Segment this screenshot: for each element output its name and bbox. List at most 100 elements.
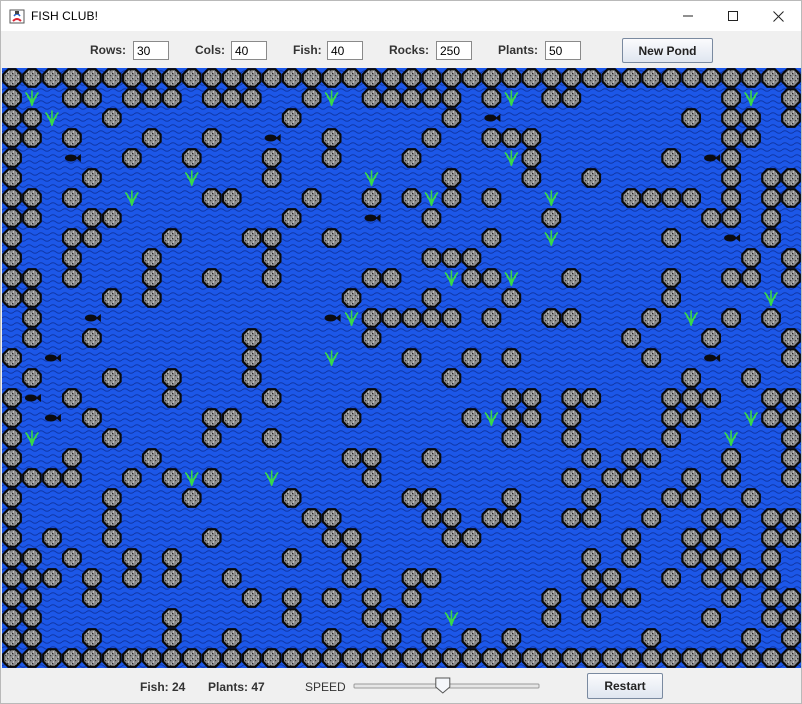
rock-0-4 bbox=[81, 68, 102, 88]
rock-24-14 bbox=[281, 548, 302, 568]
rock-1-11 bbox=[221, 88, 242, 108]
rows-input[interactable] bbox=[133, 41, 169, 60]
rock-29-20 bbox=[401, 648, 422, 668]
cols-input[interactable] bbox=[231, 41, 267, 60]
plants-input[interactable] bbox=[545, 41, 581, 60]
rocks-input[interactable] bbox=[436, 41, 472, 60]
rock-0-29 bbox=[581, 68, 602, 88]
rock-0-9 bbox=[181, 68, 202, 88]
rock-21-37 bbox=[741, 488, 761, 508]
rock-26-0 bbox=[2, 588, 22, 608]
rock-2-22 bbox=[441, 108, 462, 128]
rock-4-20 bbox=[401, 148, 422, 168]
rock-3-36 bbox=[721, 128, 742, 148]
rock-11-25 bbox=[501, 288, 522, 308]
rock-15-12 bbox=[241, 368, 262, 388]
rock-20-34 bbox=[681, 468, 702, 488]
rock-29-36 bbox=[721, 648, 742, 668]
rock-3-26 bbox=[521, 128, 542, 148]
rock-0-3 bbox=[61, 68, 82, 88]
rock-23-22 bbox=[441, 528, 462, 548]
new-pond-button[interactable]: New Pond bbox=[622, 38, 713, 63]
rock-29-24 bbox=[481, 648, 502, 668]
close-button[interactable] bbox=[755, 1, 801, 31]
rock-18-5 bbox=[101, 428, 122, 448]
rock-6-3 bbox=[61, 188, 82, 208]
rock-1-19 bbox=[381, 88, 402, 108]
rock-13-18 bbox=[361, 328, 382, 348]
rock-9-0 bbox=[2, 248, 22, 268]
rock-21-14 bbox=[281, 488, 302, 508]
rock-10-33 bbox=[661, 268, 682, 288]
rock-27-8 bbox=[161, 608, 182, 628]
rock-29-35 bbox=[701, 648, 722, 668]
rock-29-37 bbox=[741, 648, 761, 668]
rock-18-13 bbox=[261, 428, 282, 448]
rock-22-38 bbox=[761, 508, 781, 528]
rock-15-1 bbox=[22, 368, 42, 388]
rock-1-24 bbox=[481, 88, 502, 108]
rock-16-8 bbox=[161, 388, 182, 408]
rock-4-33 bbox=[661, 148, 682, 168]
rock-20-1 bbox=[22, 468, 42, 488]
rock-18-33 bbox=[661, 428, 682, 448]
rock-10-37 bbox=[741, 268, 761, 288]
rock-0-38 bbox=[761, 68, 781, 88]
rock-17-39 bbox=[781, 408, 801, 428]
rock-10-23 bbox=[461, 268, 482, 288]
rock-24-3 bbox=[61, 548, 82, 568]
rock-21-34 bbox=[681, 488, 702, 508]
rock-4-9 bbox=[181, 148, 202, 168]
rock-2-0 bbox=[2, 108, 22, 128]
rock-29-39 bbox=[781, 648, 801, 668]
fish-input[interactable] bbox=[327, 41, 363, 60]
rock-0-36 bbox=[721, 68, 742, 88]
rock-25-30 bbox=[601, 568, 622, 588]
rock-6-31 bbox=[621, 188, 642, 208]
rock-29-29 bbox=[581, 648, 602, 668]
rock-8-0 bbox=[2, 228, 22, 248]
rock-6-20 bbox=[401, 188, 422, 208]
rock-21-33 bbox=[661, 488, 682, 508]
rock-15-37 bbox=[741, 368, 761, 388]
rock-20-28 bbox=[561, 468, 582, 488]
rock-29-30 bbox=[601, 648, 622, 668]
rock-17-10 bbox=[201, 408, 222, 428]
rock-3-10 bbox=[201, 128, 222, 148]
rock-18-28 bbox=[561, 428, 582, 448]
rock-28-4 bbox=[81, 628, 102, 648]
rock-1-27 bbox=[541, 88, 562, 108]
slider-thumb[interactable] bbox=[435, 677, 451, 694]
rock-29-31 bbox=[621, 648, 642, 668]
rock-0-6 bbox=[121, 68, 142, 88]
rock-20-0 bbox=[2, 468, 22, 488]
rock-20-10 bbox=[201, 468, 222, 488]
rock-16-33 bbox=[661, 388, 682, 408]
rock-1-20 bbox=[401, 88, 422, 108]
rock-22-21 bbox=[421, 508, 442, 528]
rock-17-25 bbox=[501, 408, 522, 428]
rock-1-7 bbox=[141, 88, 162, 108]
rock-27-35 bbox=[701, 608, 722, 628]
rock-28-37 bbox=[741, 628, 761, 648]
rock-24-6 bbox=[121, 548, 142, 568]
rock-29-14 bbox=[281, 648, 302, 668]
rock-0-21 bbox=[421, 68, 442, 88]
rock-28-8 bbox=[161, 628, 182, 648]
plants-count: Plants: 47 bbox=[208, 680, 265, 694]
rock-11-7 bbox=[141, 288, 162, 308]
rock-8-12 bbox=[241, 228, 262, 248]
rock-16-29 bbox=[581, 388, 602, 408]
restart-button[interactable]: Restart bbox=[587, 673, 663, 699]
rock-26-4 bbox=[81, 588, 102, 608]
rock-12-38 bbox=[761, 308, 781, 328]
rock-23-16 bbox=[321, 528, 342, 548]
maximize-button[interactable] bbox=[710, 1, 756, 31]
rock-15-5 bbox=[101, 368, 122, 388]
rock-27-18 bbox=[361, 608, 382, 628]
rock-25-11 bbox=[221, 568, 242, 588]
rock-3-37 bbox=[741, 128, 761, 148]
speed-slider[interactable] bbox=[353, 677, 541, 695]
minimize-button[interactable] bbox=[665, 1, 711, 31]
rock-29-25 bbox=[501, 648, 522, 668]
